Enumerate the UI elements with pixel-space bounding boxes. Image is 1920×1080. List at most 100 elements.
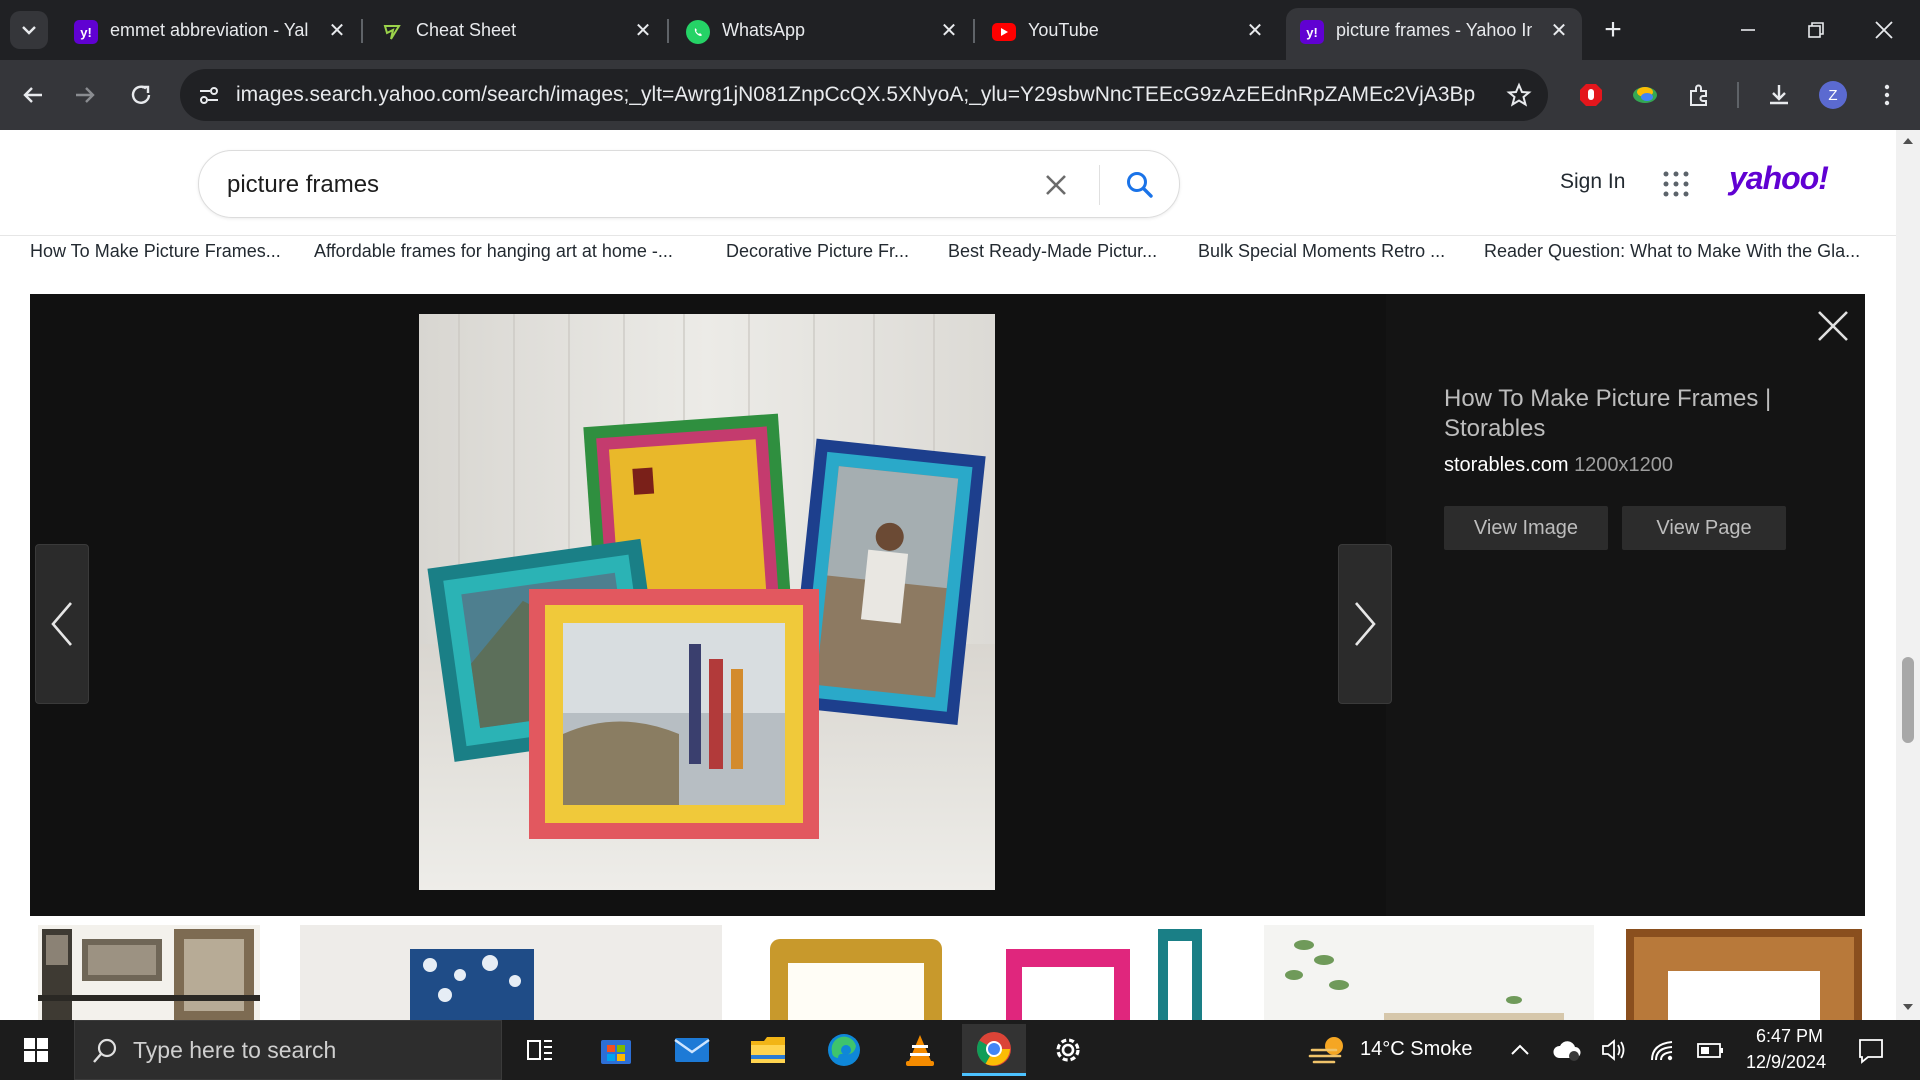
apps-grid-icon[interactable] [1662, 170, 1690, 198]
next-image-button[interactable] [1338, 544, 1392, 704]
clock-time[interactable]: 6:47 PM [1756, 1026, 1823, 1047]
tab-picture-frames[interactable]: y! picture frames - Yahoo In ✕ [1286, 8, 1582, 60]
close-icon[interactable]: ✕ [1242, 18, 1268, 44]
profile-avatar[interactable]: Z [1814, 76, 1852, 114]
close-icon[interactable]: ✕ [630, 18, 656, 44]
settings-gear-icon[interactable] [1036, 1024, 1100, 1076]
thumbnail-image[interactable] [300, 925, 722, 1020]
taskbar-search-placeholder: Type here to search [133, 1037, 337, 1063]
preview-photo[interactable] [419, 314, 995, 890]
wifi-icon[interactable] [1648, 1036, 1676, 1064]
whatsapp-favicon-icon [686, 20, 710, 44]
edge-browser-icon[interactable] [812, 1024, 876, 1076]
yahoo-logo[interactable]: yahoo! [1729, 160, 1829, 197]
tab-cheat-sheet[interactable]: Cheat Sheet ✕ [366, 8, 666, 54]
scroll-down-icon[interactable] [1902, 1002, 1914, 1012]
page-scrollbar[interactable] [1896, 130, 1920, 1020]
search-box[interactable] [198, 150, 1180, 218]
result-caption[interactable]: Decorative Picture Fr... [726, 241, 916, 262]
image-dimensions: 1200x1200 [1574, 454, 1674, 476]
thumbnail-image[interactable] [1624, 925, 1864, 1020]
previous-image-button[interactable] [35, 544, 89, 704]
tab-search-button[interactable] [10, 11, 48, 49]
result-caption[interactable]: Best Ready-Made Pictur... [948, 241, 1168, 262]
tab-title: YouTube [1028, 20, 1099, 40]
vlc-player-icon[interactable] [888, 1024, 952, 1076]
colorful-extension-icon[interactable] [1626, 76, 1664, 114]
chevron-down-icon [22, 26, 36, 35]
close-icon[interactable]: ✕ [936, 18, 962, 44]
clear-search-icon[interactable] [1039, 168, 1073, 202]
tab-title: emmet abbreviation - Yal [110, 20, 309, 40]
window-close-icon[interactable] [1850, 0, 1918, 60]
view-image-button[interactable]: View Image [1444, 506, 1608, 550]
header-divider [0, 235, 1896, 236]
more-menu-icon[interactable] [1868, 76, 1906, 114]
notification-center-icon[interactable] [1856, 1036, 1886, 1066]
windows-taskbar: Type here to search 14°C Smoke 6:47 PM 1… [0, 1020, 1920, 1080]
weather-icon[interactable] [1308, 1034, 1348, 1068]
view-page-button[interactable]: View Page [1622, 506, 1786, 550]
download-icon[interactable] [1760, 76, 1798, 114]
yahoo-favicon-icon: y! [74, 20, 98, 44]
tab-title: WhatsApp [722, 20, 806, 40]
extensions-puzzle-icon[interactable] [1680, 76, 1718, 114]
back-arrow-icon[interactable] [14, 76, 52, 114]
onedrive-cloud-icon[interactable] [1552, 1036, 1582, 1064]
reload-icon[interactable] [122, 76, 160, 114]
result-caption[interactable]: Affordable frames for hanging art at hom… [314, 241, 680, 262]
yahoo-favicon-icon: y! [1300, 20, 1324, 44]
emmet-favicon-icon [380, 20, 404, 44]
search-input[interactable] [227, 167, 1007, 203]
tab-whatsapp[interactable]: WhatsApp ✕ [672, 8, 972, 54]
bookmark-star-icon[interactable] [1500, 76, 1538, 114]
clock-date[interactable]: 12/9/2024 [1746, 1052, 1826, 1073]
thumbnail-image[interactable] [38, 925, 260, 1020]
site-settings-icon[interactable] [190, 76, 228, 114]
thumbnail-image[interactable] [1264, 925, 1594, 1020]
windows-start-icon[interactable] [4, 1024, 68, 1076]
scrollbar-thumb[interactable] [1902, 657, 1914, 743]
scroll-up-icon[interactable] [1902, 136, 1914, 146]
new-tab-plus-icon[interactable]: + [1594, 11, 1632, 49]
result-caption[interactable]: Reader Question: What to Make With the G… [1484, 241, 1866, 262]
sign-in-link[interactable]: Sign In [1560, 170, 1625, 194]
adblock-extension-icon[interactable] [1572, 76, 1610, 114]
tab-emmet-abbreviation[interactable]: y! emmet abbreviation - Yal ✕ [60, 8, 360, 54]
mail-icon[interactable] [660, 1024, 724, 1076]
chevron-left-icon [51, 602, 72, 646]
tab-separator [973, 19, 975, 43]
search-divider [1099, 165, 1100, 205]
thumbnail-image[interactable] [764, 925, 948, 1020]
restore-icon[interactable] [1782, 0, 1850, 60]
close-preview-icon[interactable] [1815, 308, 1851, 344]
search-icon [93, 1038, 117, 1063]
chevron-right-icon [1355, 602, 1376, 646]
chrome-browser-icon[interactable] [962, 1024, 1026, 1076]
minimize-icon[interactable] [1714, 0, 1782, 60]
battery-icon[interactable] [1696, 1038, 1724, 1062]
close-icon[interactable]: ✕ [324, 18, 350, 44]
microsoft-store-icon[interactable] [584, 1024, 648, 1076]
weather-status[interactable]: 14°C Smoke [1360, 1038, 1473, 1061]
address-bar[interactable]: images.search.yahoo.com/search/images;_y… [180, 69, 1548, 121]
preview-source: storables.com 1200x1200 [1444, 454, 1673, 477]
close-icon[interactable]: ✕ [1546, 18, 1572, 44]
tab-title: Cheat Sheet [416, 20, 517, 40]
forward-arrow-icon[interactable] [66, 76, 104, 114]
image-preview-panel: How To Make Picture Frames | Storables s… [30, 294, 1865, 916]
thumbnail-image[interactable] [990, 925, 1216, 1020]
volume-icon[interactable] [1600, 1036, 1628, 1064]
result-caption[interactable]: How To Make Picture Frames... [30, 241, 290, 262]
url-text: images.search.yahoo.com/search/images;_y… [236, 83, 1476, 106]
source-domain[interactable]: storables.com [1444, 454, 1569, 476]
result-caption[interactable]: Bulk Special Moments Retro ... [1198, 241, 1454, 262]
chevron-up-icon[interactable] [1508, 1038, 1532, 1062]
toolbar-divider [1737, 82, 1739, 108]
preview-title[interactable]: How To Make Picture Frames | Storables [1444, 384, 1824, 444]
taskbar-search-box[interactable]: Type here to search [74, 1020, 502, 1080]
tab-youtube[interactable]: YouTube ✕ [978, 8, 1278, 54]
task-view-icon[interactable] [508, 1024, 572, 1076]
search-icon[interactable] [1123, 168, 1157, 202]
file-explorer-icon[interactable] [736, 1024, 800, 1076]
